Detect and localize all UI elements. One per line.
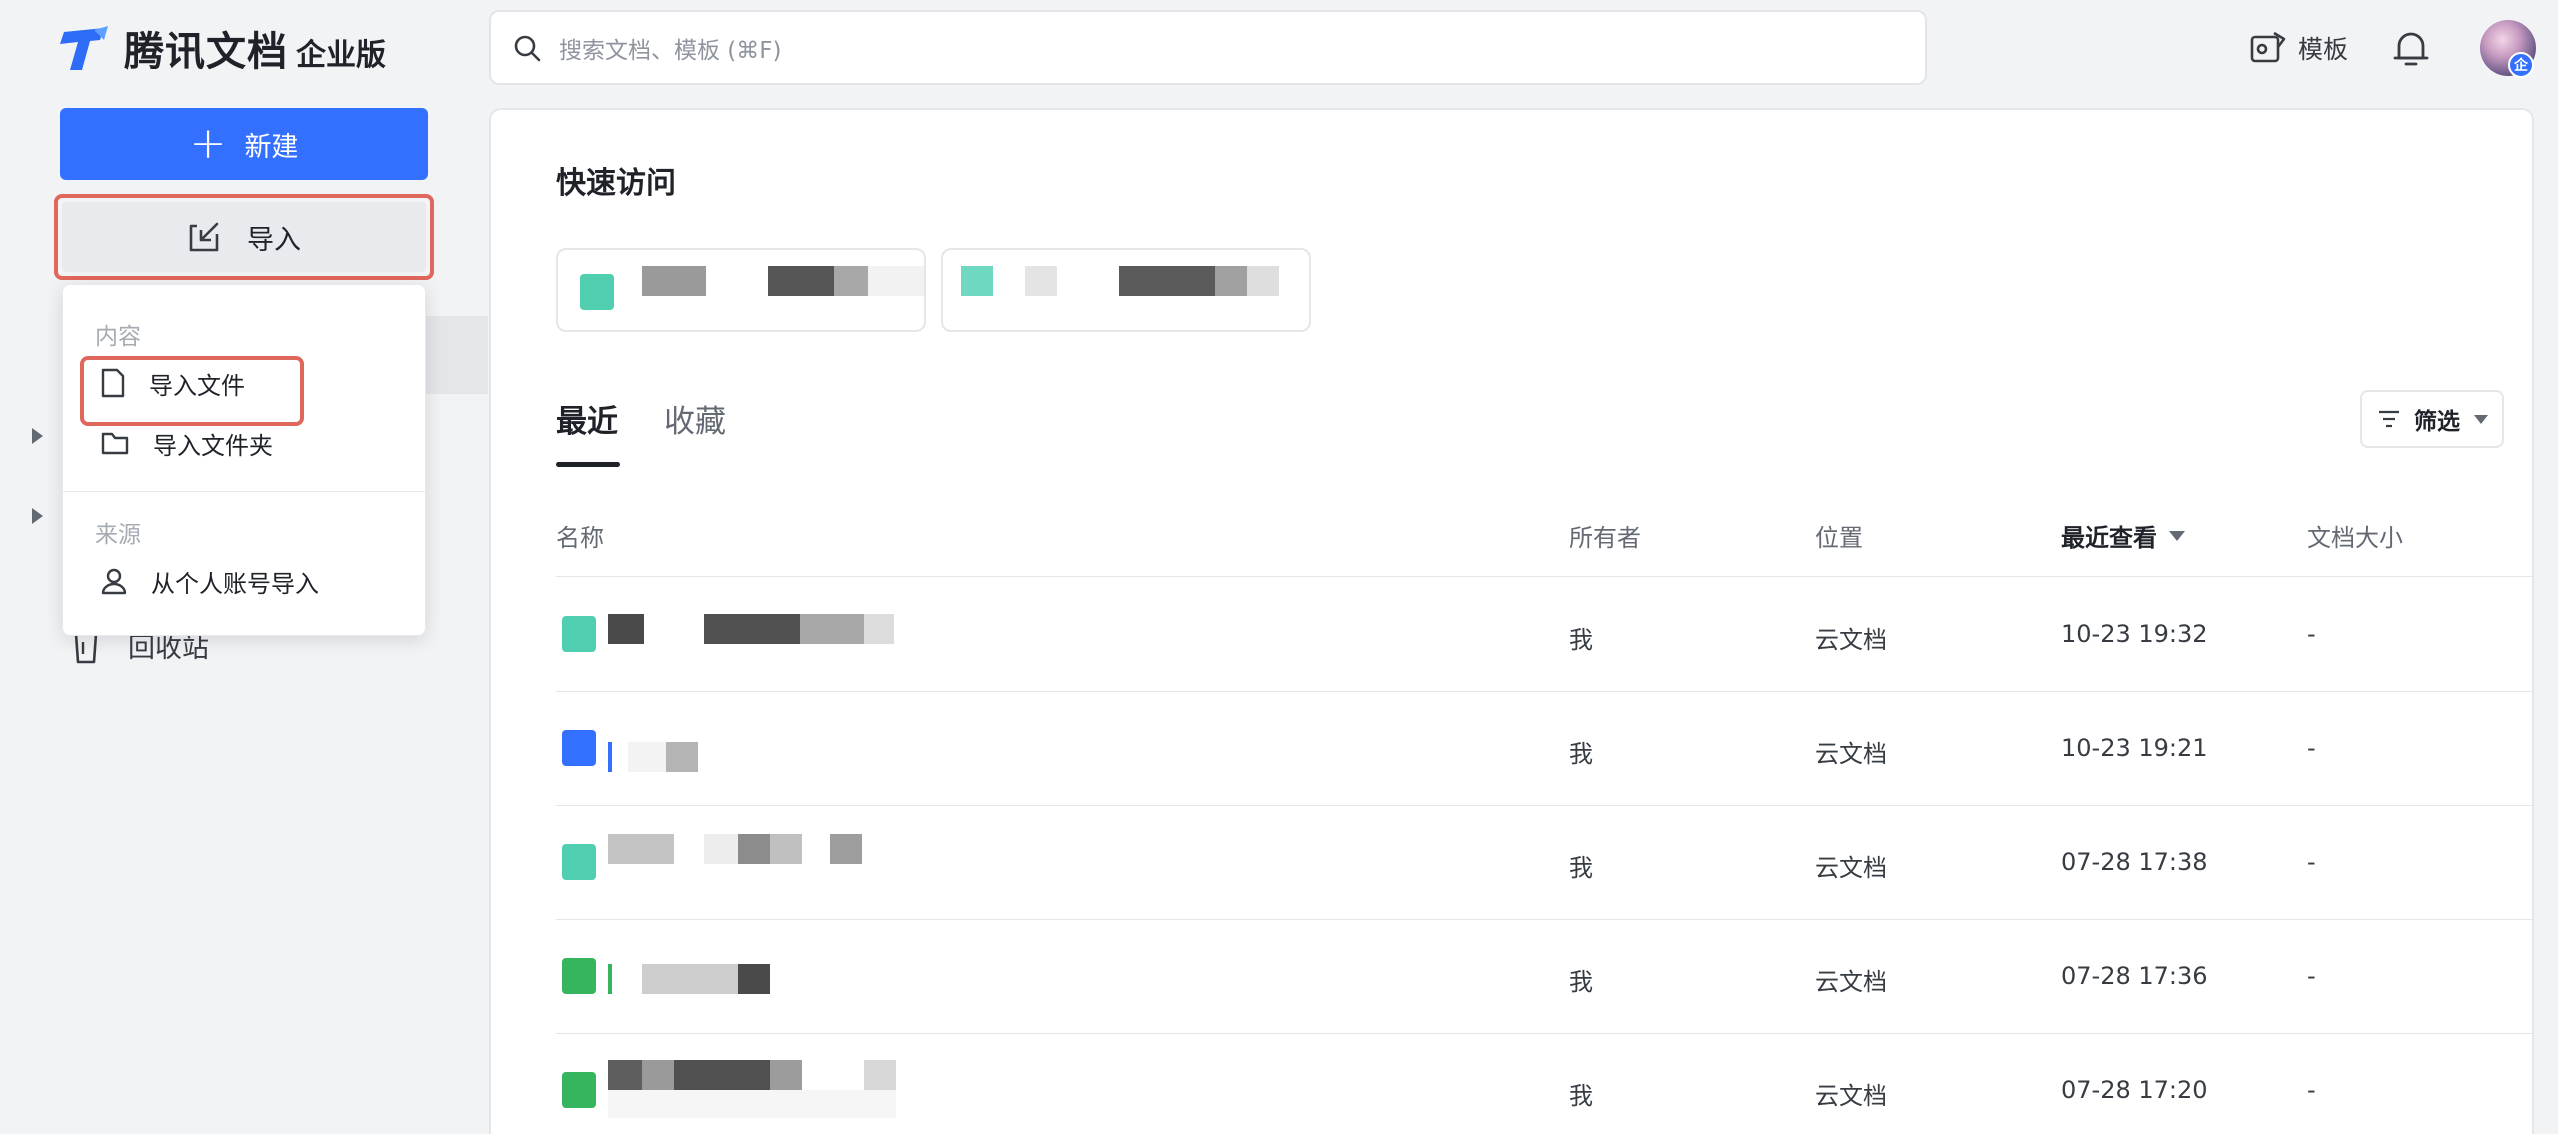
column-header-location[interactable]: 位置 <box>1815 518 1863 553</box>
search-icon <box>514 35 541 61</box>
location-cell: 云文档 <box>1815 968 1887 996</box>
size-cell: - <box>2307 620 2316 648</box>
redacted-title <box>834 266 868 296</box>
doc-file-icon <box>562 730 596 766</box>
column-header-size[interactable]: 文档大小 <box>2307 518 2403 553</box>
sheet-file-icon <box>562 1072 596 1108</box>
table-header-divider <box>556 576 2532 577</box>
template-button[interactable]: 模板 <box>2250 26 2348 70</box>
import-button[interactable]: 导入 <box>62 202 426 272</box>
size-cell: - <box>2307 734 2316 762</box>
app-name: 腾讯文档 <box>124 29 288 75</box>
size-cell: - <box>2307 848 2316 876</box>
tab-recent[interactable]: 最近 <box>556 396 618 448</box>
app-logo[interactable]: 腾讯文档 企业版 <box>60 22 386 75</box>
import-icon <box>189 222 219 252</box>
edition-label: 企业版 <box>296 38 386 73</box>
redacted-title <box>768 266 834 296</box>
menu-item-import-personal[interactable]: 从个人账号导入 <box>83 553 319 609</box>
redacted-file-name <box>608 578 963 692</box>
mindmap-file-icon <box>562 844 596 880</box>
search-bar[interactable]: 搜索文档、模板 (⌘F) <box>489 10 1927 85</box>
owner-cell: 我 <box>1569 740 1593 768</box>
redacted-icon <box>961 266 993 296</box>
new-button-label: 新建 <box>244 131 299 163</box>
table-row[interactable]: 我 云文档 10-23 19:21 - <box>556 692 2532 806</box>
location-cell: 云文档 <box>1815 854 1887 882</box>
owner-cell: 我 <box>1569 968 1593 996</box>
owner-cell: 我 <box>1569 626 1593 654</box>
column-header-name[interactable]: 名称 <box>556 518 604 553</box>
menu-item-label: 从个人账号导入 <box>151 569 319 598</box>
last-viewed-cell: 07-28 17:36 <box>2061 962 2208 990</box>
sheet-file-icon <box>562 958 596 994</box>
import-button-label: 导入 <box>247 224 301 256</box>
template-icon <box>2250 31 2286 63</box>
redacted-title <box>1025 266 1057 296</box>
tencent-docs-logo-icon <box>60 26 108 70</box>
location-cell: 云文档 <box>1815 1082 1887 1110</box>
sidebar-item-selected[interactable] <box>420 316 488 394</box>
redacted-file-name <box>608 920 963 1034</box>
user-icon <box>101 568 127 595</box>
table-row[interactable]: 我 云文档 07-28 17:20 - <box>556 1034 2532 1134</box>
menu-divider <box>63 491 425 492</box>
menu-group-source: 来源 <box>95 522 141 548</box>
mindmap-file-icon <box>580 274 614 310</box>
quick-access-card[interactable] <box>941 248 1311 332</box>
folder-icon <box>101 432 129 455</box>
filter-icon <box>2379 410 2399 428</box>
size-cell: - <box>2307 962 2316 990</box>
bell-icon <box>2393 32 2429 66</box>
last-viewed-cell: 07-28 17:38 <box>2061 848 2208 876</box>
table-row[interactable]: 我 云文档 07-28 17:36 - <box>556 920 2532 1034</box>
last-viewed-cell: 10-23 19:32 <box>2061 620 2208 648</box>
column-header-last-viewed[interactable]: 最近查看 <box>2061 518 2185 553</box>
expand-arrow-icon[interactable] <box>32 508 43 524</box>
redacted-title <box>1119 266 1215 296</box>
active-tab-indicator <box>556 462 620 467</box>
import-dropdown-menu: 内容 导入文件 导入文件夹 来源 从个人账号导入 <box>62 284 426 636</box>
quick-access-title: 快速访问 <box>556 166 676 201</box>
location-cell: 云文档 <box>1815 626 1887 654</box>
main-panel: 快速访问 最近 收藏 筛选 名称 所有者 位置 最近查看 文档大小 我 云文档 … <box>489 108 2534 1134</box>
column-header-label: 最近查看 <box>2061 524 2157 552</box>
chevron-down-icon <box>2474 414 2488 424</box>
table-row[interactable]: 我 云文档 10-23 19:32 - <box>556 578 2532 692</box>
table-row[interactable]: 我 云文档 07-28 17:38 - <box>556 806 2532 920</box>
tab-favorites[interactable]: 收藏 <box>664 396 726 448</box>
enterprise-badge: 企 <box>2508 52 2534 78</box>
tab-bar: 最近 收藏 <box>556 396 772 448</box>
redacted-file-name <box>608 692 963 806</box>
last-viewed-cell: 07-28 17:20 <box>2061 1076 2208 1104</box>
import-file-highlight <box>80 356 304 426</box>
redacted-file-name <box>608 806 963 920</box>
redacted-title <box>1215 266 1247 296</box>
template-label: 模板 <box>2298 35 2349 64</box>
redacted-file-name <box>608 1034 963 1134</box>
owner-cell: 我 <box>1569 1082 1593 1110</box>
search-placeholder: 搜索文档、模板 (⌘F) <box>559 37 782 64</box>
plus-icon: + <box>189 118 227 169</box>
redacted-title <box>1247 266 1279 296</box>
new-button[interactable]: + 新建 <box>60 108 428 180</box>
redacted-title <box>642 266 706 296</box>
sort-desc-icon <box>2169 530 2185 541</box>
expand-arrow-icon[interactable] <box>32 428 43 444</box>
filter-label: 筛选 <box>2414 409 2460 435</box>
mindmap-file-icon <box>562 616 596 652</box>
menu-group-content: 内容 <box>95 324 141 350</box>
redacted-title <box>868 266 924 296</box>
filter-button[interactable]: 筛选 <box>2360 390 2504 448</box>
size-cell: - <box>2307 1076 2316 1104</box>
quick-access-card[interactable] <box>556 248 926 332</box>
location-cell: 云文档 <box>1815 740 1887 768</box>
owner-cell: 我 <box>1569 854 1593 882</box>
notification-button[interactable] <box>2393 28 2429 72</box>
last-viewed-cell: 10-23 19:21 <box>2061 734 2208 762</box>
column-header-owner[interactable]: 所有者 <box>1569 518 1641 553</box>
menu-item-label: 导入文件夹 <box>153 431 273 460</box>
